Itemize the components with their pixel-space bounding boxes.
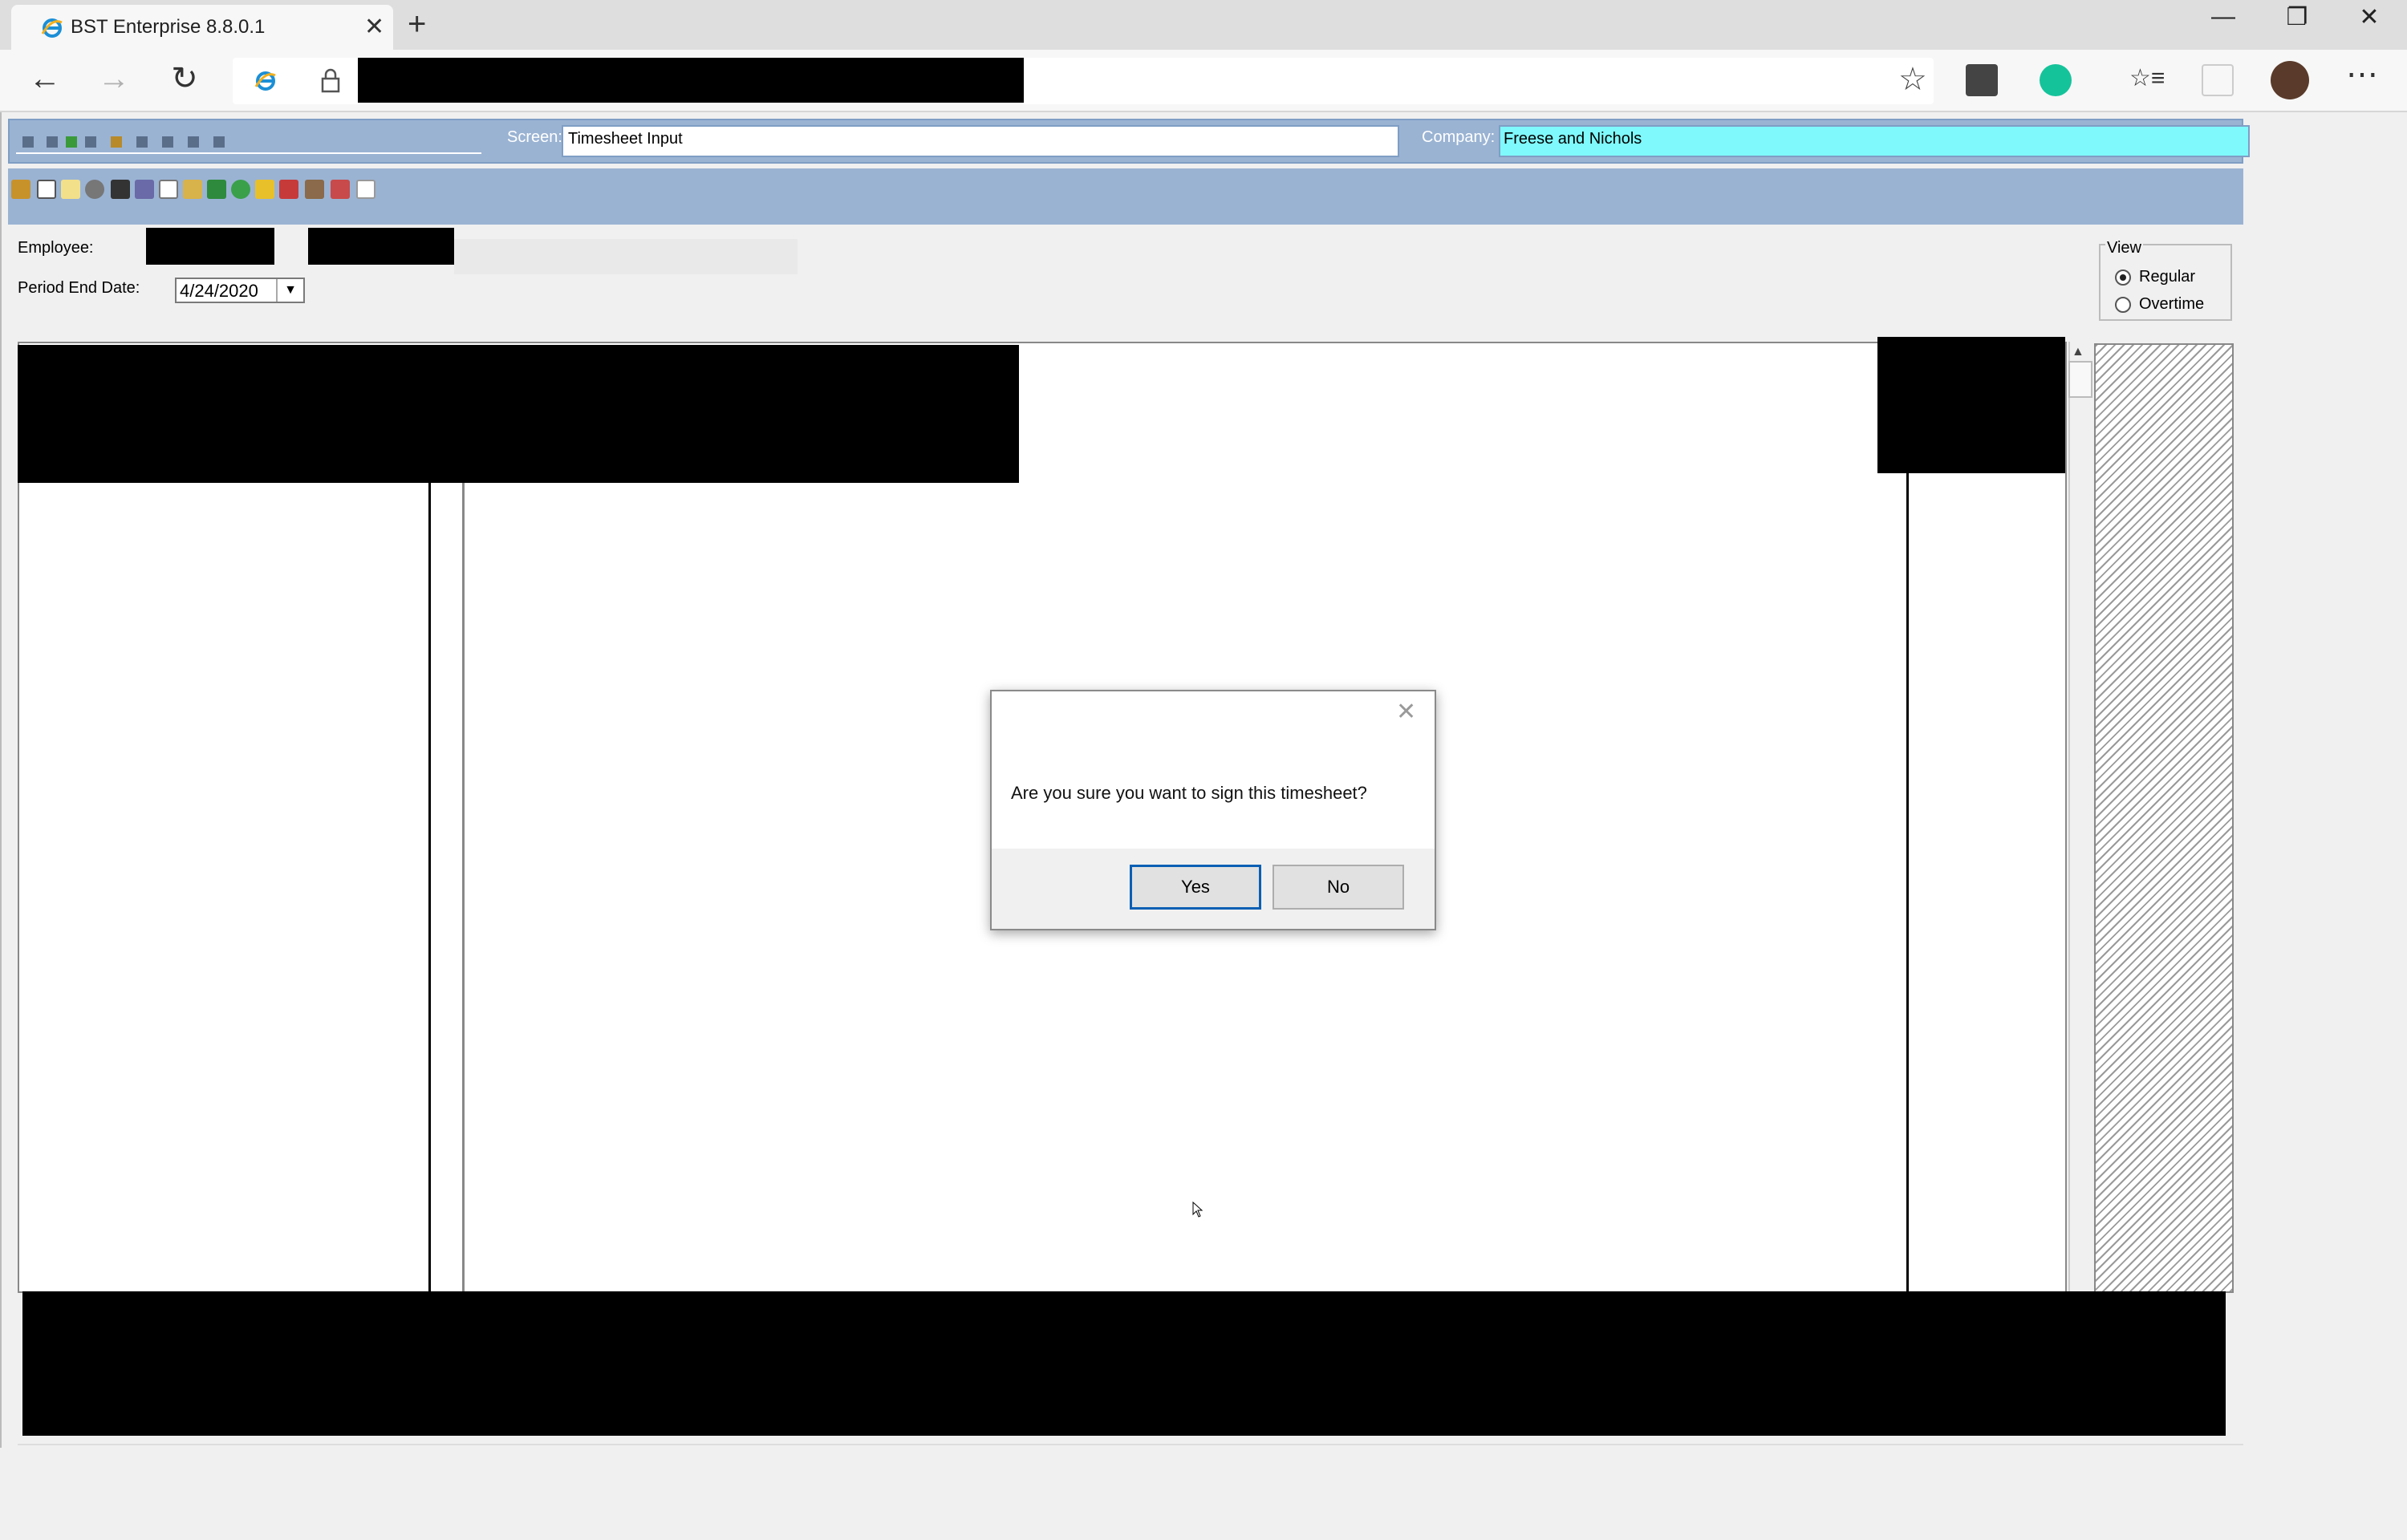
- quick-icon[interactable]: [162, 136, 173, 148]
- overtime-label[interactable]: Overtime: [2139, 295, 2204, 314]
- employee-label: Employee:: [18, 239, 94, 257]
- scroll-up-icon[interactable]: ▲: [2072, 345, 2084, 359]
- extension-icon[interactable]: [1966, 64, 1998, 96]
- chevron-down-icon[interactable]: ▼: [276, 279, 303, 302]
- grid-scrollbar[interactable]: [2068, 342, 2092, 1293]
- screen-field[interactable]: Timesheet Input: [562, 125, 1399, 157]
- dialog-message: Are you sure you want to sign this times…: [1011, 783, 1367, 803]
- more-menu-icon[interactable]: ⋯: [2346, 56, 2378, 92]
- tab-title: BST Enterprise 8.8.0.1: [71, 16, 266, 38]
- period-end-date-label: Period End Date:: [18, 279, 140, 297]
- restore-button[interactable]: ❐: [2261, 3, 2333, 31]
- company-field[interactable]: Freese and Nichols: [1499, 125, 2250, 157]
- close-window-button[interactable]: ✕: [2333, 3, 2405, 31]
- regular-label[interactable]: Regular: [2139, 268, 2195, 286]
- folder-icon[interactable]: [183, 180, 202, 199]
- period-end-date-select[interactable]: 4/24/2020 ▼: [175, 278, 305, 303]
- redacted-url: [358, 58, 1024, 103]
- toolbar-icon[interactable]: [135, 180, 154, 199]
- new-tab-button[interactable]: +: [408, 6, 426, 43]
- app-menu-icon[interactable]: [22, 136, 34, 148]
- chart-icon[interactable]: [331, 180, 350, 199]
- grid-column-divider: [1906, 473, 1909, 1293]
- browser-tab[interactable]: BST Enterprise 8.8.0.1 ✕: [11, 5, 393, 50]
- confirm-dialog: ✕ Are you sure you want to sign this tim…: [990, 690, 1436, 930]
- disabled-panel: [2094, 343, 2234, 1293]
- app-bottom-edge: [18, 1436, 2243, 1445]
- tab-close-icon[interactable]: ✕: [364, 13, 384, 41]
- grid-splitter[interactable]: [462, 345, 465, 1293]
- app-quick-icons: [16, 132, 481, 154]
- quick-icon[interactable]: [66, 136, 77, 148]
- favorite-star-icon[interactable]: ☆: [1898, 61, 1927, 98]
- quick-icon[interactable]: [188, 136, 199, 148]
- toolbar-icon[interactable]: [11, 180, 30, 199]
- internet-explorer-icon: [254, 71, 276, 91]
- minimize-button[interactable]: —: [2187, 3, 2259, 30]
- toolbar-icon[interactable]: [255, 180, 274, 199]
- save-icon[interactable]: [37, 180, 56, 199]
- lock-icon: [321, 68, 340, 93]
- grid-column-divider: [428, 483, 431, 1293]
- redacted-employee-id: [146, 228, 274, 265]
- edit-icon[interactable]: [61, 180, 80, 199]
- regular-radio[interactable]: [2115, 270, 2131, 286]
- close-icon[interactable]: ✕: [1396, 698, 1416, 726]
- screen-label: Screen:: [507, 128, 562, 146]
- redacted-employee-name: [308, 228, 454, 265]
- excel-icon[interactable]: [207, 180, 226, 199]
- profile-avatar[interactable]: [2271, 61, 2309, 99]
- app-header: Screen: Timesheet Input Company: Freese …: [8, 119, 2250, 164]
- print-icon[interactable]: [111, 180, 130, 199]
- toolbar-icon[interactable]: [305, 180, 324, 199]
- grid-icon[interactable]: [356, 180, 375, 199]
- refresh-icon[interactable]: [85, 180, 104, 199]
- favorites-bar-icon[interactable]: ☆≡: [2129, 64, 2165, 96]
- view-group-title: View: [2105, 239, 2143, 257]
- home-icon[interactable]: [111, 136, 122, 148]
- overtime-radio[interactable]: [2115, 297, 2131, 313]
- quick-icon[interactable]: [47, 136, 58, 148]
- yes-button[interactable]: Yes: [1130, 865, 1261, 910]
- refresh-button[interactable]: ↻: [160, 61, 209, 96]
- collections-icon[interactable]: [2202, 64, 2234, 96]
- period-end-date-value: 4/24/2020: [180, 281, 258, 301]
- browser-tab-strip: BST Enterprise 8.8.0.1 ✕ + — ❐ ✕: [0, 0, 2407, 50]
- back-button[interactable]: ←: [21, 61, 69, 96]
- company-label: Company:: [1422, 128, 1496, 146]
- copy-icon[interactable]: [159, 180, 178, 199]
- redacted-grid-header: [18, 345, 1019, 483]
- quick-icon[interactable]: [136, 136, 148, 148]
- sign-icon[interactable]: [231, 180, 250, 199]
- browser-toolbar: ← → ↻ ☆ ☆≡ ⋯: [0, 50, 2407, 112]
- forward-button[interactable]: →: [90, 61, 138, 96]
- quick-icon[interactable]: [85, 136, 96, 148]
- employee-name-field: [454, 239, 798, 274]
- scrollbar-thumb[interactable]: [2068, 361, 2092, 398]
- help-icon[interactable]: [213, 136, 225, 148]
- delete-icon[interactable]: [279, 180, 298, 199]
- grammarly-icon[interactable]: [2040, 64, 2072, 96]
- app-toolbar: [8, 168, 2243, 225]
- redacted-grid-header-right: [1877, 337, 2065, 473]
- mouse-cursor-icon: [1192, 1202, 1204, 1218]
- redacted-footer: [22, 1291, 2226, 1436]
- internet-explorer-icon: [41, 18, 63, 38]
- no-button[interactable]: No: [1273, 865, 1404, 910]
